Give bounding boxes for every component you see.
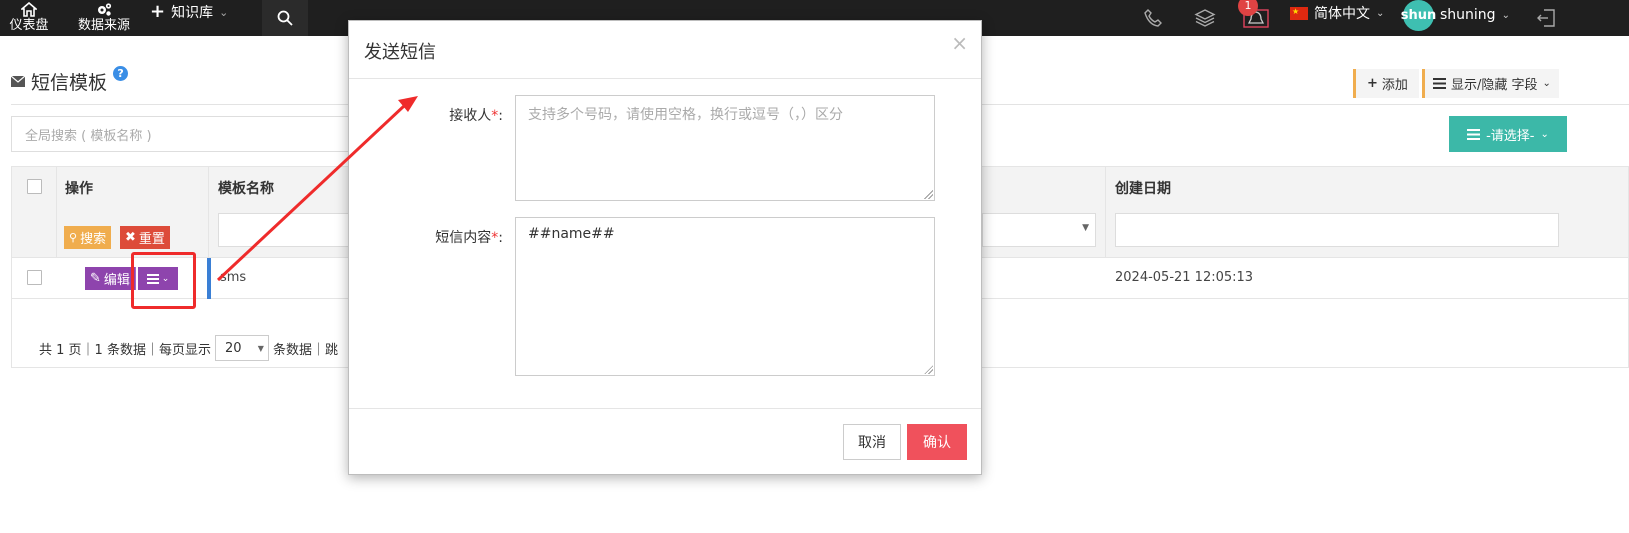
header-created-date: 创建日期 bbox=[1115, 181, 1171, 197]
language-label: 简体中文 bbox=[1314, 6, 1370, 22]
row-accent bbox=[207, 258, 211, 299]
edit-button[interactable]: ✎ 编辑 bbox=[85, 267, 136, 290]
dialog-title: 发送短信 bbox=[364, 42, 436, 63]
caret-down-icon: ▼ bbox=[1082, 223, 1089, 233]
help-icon[interactable]: ? bbox=[113, 66, 129, 81]
edit-button-label: 编辑 bbox=[103, 273, 130, 288]
logout-icon bbox=[1537, 9, 1555, 27]
page-size-select[interactable]: 20 ▼ bbox=[214, 335, 269, 361]
pagination-suffix: 条数据｜跳 bbox=[272, 342, 338, 358]
pagination-summary: 共 1 页｜1 条数据｜每页显示 bbox=[39, 342, 211, 358]
toggle-columns-button[interactable]: 显示/隐藏 字段 ⌄ bbox=[1422, 69, 1559, 98]
content-label: 短信内容*: bbox=[379, 227, 503, 247]
page-title-text: 短信模板 bbox=[31, 72, 108, 94]
phone-button[interactable] bbox=[1143, 0, 1163, 36]
logout-button[interactable] bbox=[1536, 0, 1556, 36]
nav-dashboard-label: 仪表盘 bbox=[9, 18, 49, 33]
recipient-label-text: 接收人 bbox=[449, 108, 492, 124]
row-checkbox[interactable] bbox=[27, 270, 42, 285]
chevron-down-icon: ⌄ bbox=[1542, 78, 1551, 89]
layers-button[interactable] bbox=[1194, 0, 1216, 36]
nav-knowledge-label: 知识库 bbox=[171, 5, 214, 21]
cell-created-date: 2024-05-21 12:05:13 bbox=[1115, 270, 1254, 285]
select-all-checkbox[interactable] bbox=[27, 179, 42, 194]
cell-template-name: sms bbox=[220, 270, 247, 285]
close-icon[interactable]: × bbox=[951, 31, 968, 55]
filter-created-date-input[interactable] bbox=[1115, 213, 1559, 247]
edit-icon: ✎ bbox=[90, 271, 101, 286]
username: shuning bbox=[1440, 7, 1496, 23]
plus-icon: + bbox=[1367, 76, 1378, 91]
bulk-select-dropdown[interactable]: -请选择- ⌄ bbox=[1449, 116, 1567, 152]
divider bbox=[349, 78, 981, 79]
phone-icon bbox=[1144, 9, 1162, 27]
filter-template-name-input[interactable] bbox=[218, 213, 354, 247]
pagination: 共 1 页｜1 条数据｜每页显示 20 ▼ 条数据｜跳 bbox=[39, 335, 338, 361]
content-textarea[interactable]: ##name## bbox=[515, 217, 935, 376]
search-icon bbox=[277, 10, 293, 26]
nav-knowledge-base[interactable]: + 知识库 ⌄ bbox=[150, 2, 228, 22]
bulk-select-label: -请选择- bbox=[1486, 128, 1535, 144]
content-label-text: 短信内容 bbox=[435, 230, 492, 246]
recipient-placeholder: 支持多个号码，请使用空格，换行或逗号（，）区分 bbox=[528, 107, 843, 123]
content-value: ##name## bbox=[528, 226, 615, 242]
confirm-button[interactable]: 确认 bbox=[907, 424, 967, 460]
nav-datasource[interactable]: 数据来源 bbox=[76, 0, 132, 36]
layers-icon bbox=[1194, 9, 1216, 27]
chevron-down-icon: ⌄ bbox=[219, 5, 229, 19]
filter-search-label: 搜索 bbox=[80, 232, 107, 247]
list-icon bbox=[1467, 128, 1481, 140]
annotation-highlight-box bbox=[131, 252, 196, 309]
caret-down-icon: ▼ bbox=[257, 343, 264, 353]
china-flag-icon bbox=[1290, 6, 1308, 20]
add-button-label: 添加 bbox=[1381, 78, 1408, 93]
label-colon: : bbox=[498, 108, 503, 124]
home-icon bbox=[21, 2, 37, 17]
nav-datasource-label: 数据来源 bbox=[77, 18, 130, 33]
resize-handle[interactable] bbox=[924, 365, 933, 374]
global-search-input[interactable]: 全局搜索 ( 模板名称 ) bbox=[11, 116, 351, 152]
send-sms-dialog: 发送短信 × 接收人*: 支持多个号码，请使用空格，换行或逗号（，）区分 短信内… bbox=[348, 20, 982, 475]
page-size-value: 20 bbox=[224, 340, 242, 356]
envelope-icon bbox=[11, 76, 25, 87]
filter-reset-label: 重置 bbox=[138, 232, 165, 247]
nav-search-button[interactable] bbox=[262, 0, 308, 36]
nav-dashboard[interactable]: 仪表盘 bbox=[6, 0, 52, 36]
header-template-name: 模板名称 bbox=[218, 181, 274, 197]
close-icon: ✖ bbox=[125, 230, 136, 245]
chevron-down-icon: ⌄ bbox=[1540, 128, 1549, 140]
resize-handle[interactable] bbox=[924, 190, 933, 199]
chevron-down-icon: ⌄ bbox=[1501, 9, 1510, 21]
filter-select[interactable]: ▼ bbox=[982, 213, 1096, 247]
divider bbox=[349, 408, 981, 409]
global-search-placeholder: 全局搜索 ( 模板名称 ) bbox=[25, 128, 152, 144]
list-icon bbox=[1433, 78, 1446, 89]
user-menu[interactable]: shun shuning ⌄ bbox=[1401, 0, 1510, 31]
recipient-label: 接收人*: bbox=[409, 105, 503, 125]
filter-search-button[interactable]: ⚲ 搜索 bbox=[64, 226, 112, 249]
language-selector[interactable]: 简体中文 ⌄ bbox=[1290, 3, 1384, 23]
toggle-columns-label: 显示/隐藏 字段 bbox=[1451, 78, 1538, 93]
label-colon: : bbox=[498, 230, 503, 246]
cancel-button[interactable]: 取消 bbox=[843, 424, 901, 460]
chevron-down-icon: ⌄ bbox=[1376, 7, 1385, 19]
plus-icon: + bbox=[150, 1, 166, 22]
search-icon: ⚲ bbox=[69, 231, 78, 244]
filter-reset-button[interactable]: ✖ 重置 bbox=[120, 226, 170, 249]
page-title: 短信模板 ? bbox=[11, 66, 129, 95]
add-button[interactable]: + 添加 bbox=[1353, 69, 1419, 98]
avatar: shun bbox=[1401, 0, 1436, 31]
recipient-textarea[interactable]: 支持多个号码，请使用空格，换行或逗号（，）区分 bbox=[515, 95, 935, 201]
gears-icon bbox=[98, 3, 112, 16]
header-action: 操作 bbox=[65, 181, 93, 197]
